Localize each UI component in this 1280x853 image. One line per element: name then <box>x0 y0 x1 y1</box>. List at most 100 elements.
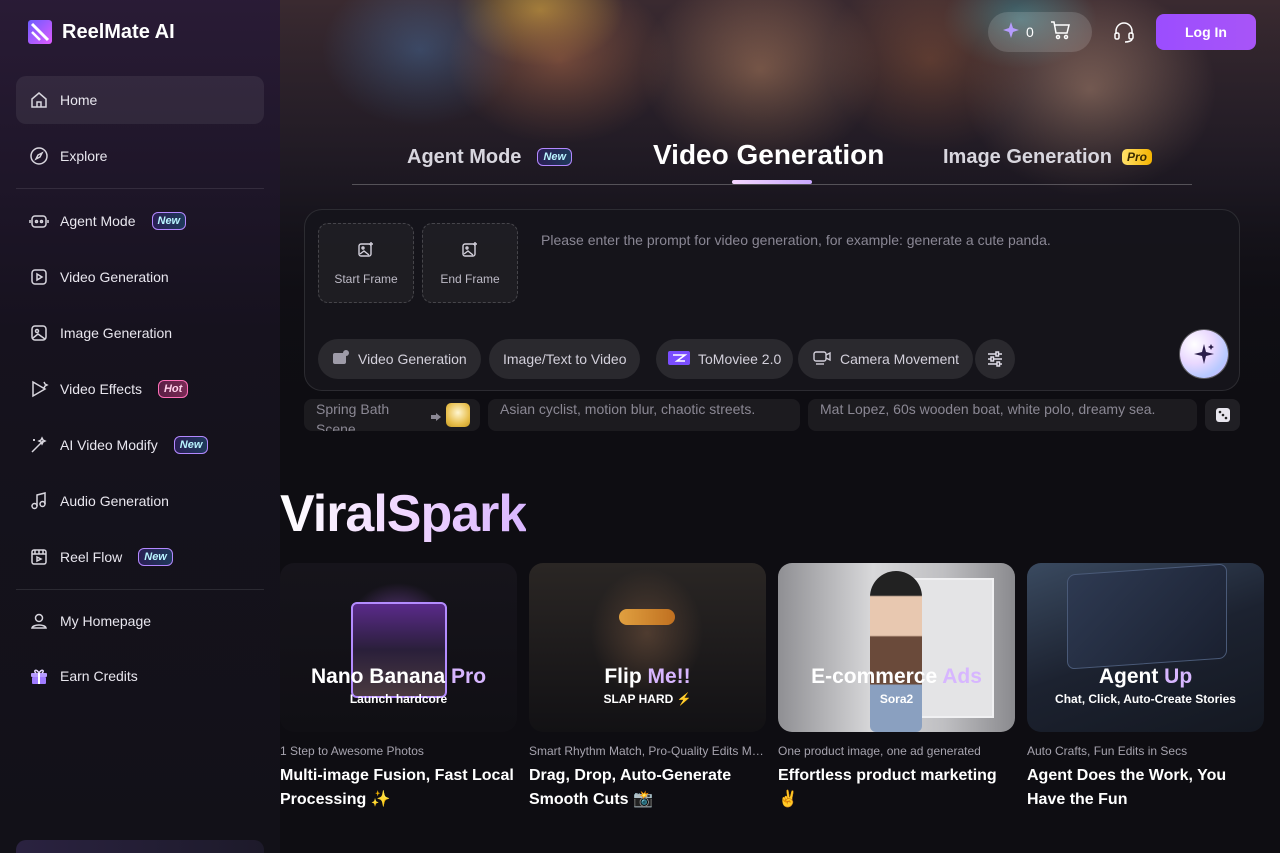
new-badge: New <box>173 436 209 454</box>
user-icon <box>28 610 50 632</box>
card-title: Agent Does the Work, You Have the Fun <box>1027 767 1227 808</box>
card-thumbnail: Agent Up Chat, Click, Auto-Create Storie… <box>1027 563 1264 732</box>
prompt-suggestion[interactable]: Asian cyclist, motion blur, chaotic stre… <box>488 399 800 431</box>
card-subtitle: One product image, one ad generated <box>778 744 981 758</box>
tab-label: Agent Mode <box>407 145 522 168</box>
sidebar-item-agent-mode[interactable]: Agent Mode New <box>16 197 264 245</box>
sidebar-item-home[interactable]: Home <box>16 76 264 124</box>
sparkle-icon <box>1194 344 1214 364</box>
sidebar-item-ai-video-modify[interactable]: AI Video Modify New <box>16 421 264 469</box>
video-icon <box>28 266 50 288</box>
active-tab-indicator <box>732 180 812 184</box>
tab-label: Image Generation <box>943 145 1112 168</box>
sidebar-item-label: Reel Flow <box>60 549 123 565</box>
arrow-icon <box>430 408 442 428</box>
sidebar-item-audio-generation[interactable]: Audio Generation <box>16 477 264 525</box>
suggestion-thumbnail <box>446 403 470 427</box>
sidebar-item-label: Earn Credits <box>60 668 138 684</box>
compass-icon <box>28 145 50 167</box>
image-text-to-video-chip[interactable]: Image/Text to Video <box>489 339 641 379</box>
settings-sliders-icon[interactable] <box>975 339 1015 379</box>
card-thumbnail: E-commerce Ads Sora2 <box>778 563 1015 732</box>
sidebar-item-image-generation[interactable]: Image Generation <box>16 309 264 357</box>
suggestion-text: Asian cyclist, motion blur, chaotic stre… <box>500 401 756 417</box>
sidebar-divider <box>16 589 264 590</box>
video-generation-chip[interactable]: Video Generation <box>318 339 481 379</box>
pro-badge: Pro <box>1121 149 1152 165</box>
sidebar-divider <box>16 188 264 189</box>
credits-count: 0 <box>1026 24 1034 40</box>
card-title: Multi-image Fusion, Fast Local Processin… <box>280 767 514 808</box>
sidebar-item-video-effects[interactable]: Video Effects Hot <box>16 365 264 413</box>
prompt-suggestion[interactable]: Mat Lopez, 60s wooden boat, white polo, … <box>808 399 1197 431</box>
camera-movement-chip[interactable]: Camera Movement <box>798 339 974 379</box>
end-frame-label: End Frame <box>440 271 500 286</box>
card-subtitle: Auto Crafts, Fun Edits in Secs <box>1027 744 1188 758</box>
feature-card[interactable]: Nano Banana Pro Launch hardcore 1 Step t… <box>280 563 517 812</box>
magic-wand-icon <box>28 434 50 456</box>
sidebar-item-explore[interactable]: Explore <box>16 132 264 180</box>
video-camera-icon <box>332 349 350 369</box>
feature-card[interactable]: E-commerce Ads Sora2 One product image, … <box>778 563 1015 812</box>
add-image-icon <box>357 241 375 264</box>
sidebar-item-label: Audio Generation <box>60 493 169 509</box>
tab-label: Video Generation <box>653 139 885 170</box>
tab-image-generation[interactable]: Image Generation Pro <box>943 130 1152 184</box>
feature-card[interactable]: Agent Up Chat, Click, Auto-Create Storie… <box>1027 563 1264 812</box>
card-thumbnail: Nano Banana Pro Launch hardcore <box>280 563 517 732</box>
gift-icon <box>28 665 50 687</box>
sidebar-item-label: Agent Mode <box>60 213 136 229</box>
dice-icon[interactable] <box>1205 399 1240 431</box>
tab-agent-mode[interactable]: Agent Mode New <box>407 130 573 184</box>
new-badge: New <box>151 212 187 230</box>
support-headset-icon[interactable] <box>1110 18 1138 46</box>
credits-pill[interactable]: 0 <box>988 12 1092 52</box>
start-frame-label: Start Frame <box>334 271 398 286</box>
prompt-input[interactable] <box>541 232 1201 322</box>
suggestion-text: Spring Bath Scene <box>316 401 390 431</box>
login-button[interactable]: Log In <box>1156 14 1256 50</box>
logo[interactable]: ReelMate AI <box>28 20 175 44</box>
model-figure <box>870 571 922 732</box>
section-title: ViralSpark <box>280 485 527 543</box>
effects-icon <box>28 378 50 400</box>
thumbnail-subtitle: Sora2 <box>879 692 914 706</box>
start-frame-upload[interactable]: Start Frame <box>318 223 414 303</box>
prompt-panel: Start Frame End Frame Video Generation I… <box>304 209 1240 391</box>
sidebar-item-earn-credits[interactable]: Earn Credits <box>16 652 264 700</box>
new-badge: New <box>537 148 573 166</box>
cart-icon[interactable] <box>1050 19 1072 46</box>
hot-badge: Hot <box>157 380 189 398</box>
sidebar-item-label: My Homepage <box>60 613 152 629</box>
generate-button[interactable] <box>1180 330 1228 378</box>
thumbnail-subtitle: SLAP HARD ⚡ <box>603 692 692 706</box>
tab-video-generation[interactable]: Video Generation <box>653 128 884 182</box>
sidebar: ReelMate AI Home Explore Agent Mode New … <box>0 0 280 853</box>
thumbnail-title: Agent Up <box>1098 665 1193 688</box>
chip-label: Video Generation <box>358 351 467 367</box>
add-image-icon <box>461 241 479 264</box>
sidebar-promo-banner[interactable] <box>16 840 264 853</box>
home-icon <box>28 89 50 111</box>
model-select-chip[interactable]: ToMoviee 2.0 <box>656 339 794 379</box>
film-icon <box>28 546 50 568</box>
card-subtitle: 1 Step to Awesome Photos <box>280 744 424 758</box>
feature-card[interactable]: Flip Me!! SLAP HARD ⚡ Smart Rhythm Match… <box>529 563 766 812</box>
image-icon <box>28 322 50 344</box>
sparkle-icon <box>1002 21 1020 44</box>
thumbnail-subtitle: Chat, Click, Auto-Create Stories <box>1055 692 1236 706</box>
thumbnail-title: Flip Me!! <box>604 665 691 688</box>
tomoviee-logo-icon <box>668 350 690 368</box>
suggestion-text: Mat Lopez, 60s wooden boat, white polo, … <box>820 401 1156 417</box>
card-title: Drag, Drop, Auto-Generate Smooth Cuts 📸 <box>529 767 732 808</box>
end-frame-upload[interactable]: End Frame <box>422 223 518 303</box>
prompt-suggestion[interactable]: Spring Bath Scene <box>304 399 480 431</box>
camera-movement-icon <box>812 349 832 370</box>
card-subtitle: Smart Rhythm Match, Pro-Quality Edits Ma… <box>529 744 766 758</box>
sidebar-item-label: AI Video Modify <box>60 437 158 453</box>
sidebar-item-video-generation[interactable]: Video Generation <box>16 253 264 301</box>
sidebar-item-my-homepage[interactable]: My Homepage <box>16 597 264 645</box>
sidebar-item-label: Video Generation <box>60 269 169 285</box>
sidebar-item-reel-flow[interactable]: Reel Flow New <box>16 533 264 581</box>
app-screens-graphic <box>1067 563 1227 670</box>
